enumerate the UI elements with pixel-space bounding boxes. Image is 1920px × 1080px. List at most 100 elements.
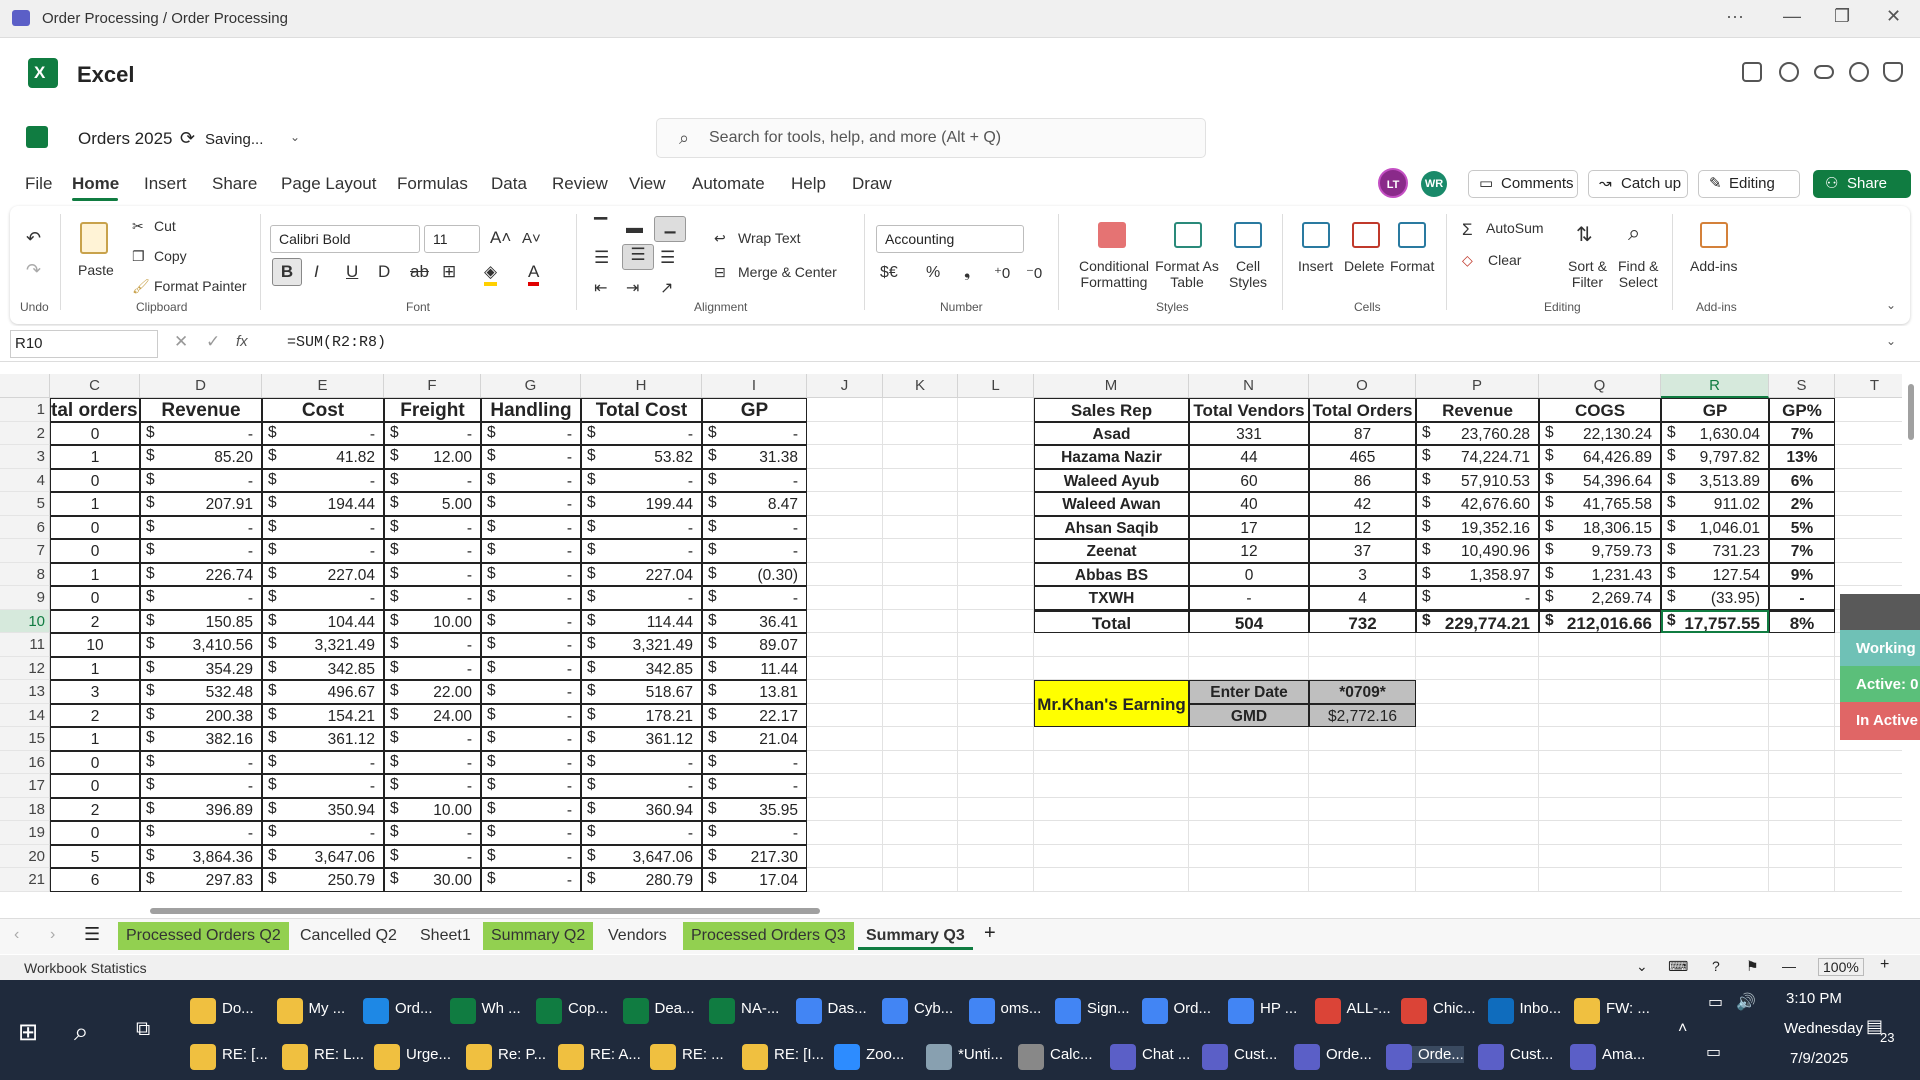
- date-value[interactable]: *0709*: [1309, 680, 1416, 704]
- grid-cell[interactable]: [1769, 797, 1835, 821]
- left-table-cell[interactable]: -: [702, 821, 807, 845]
- summary-cell[interactable]: Waleed Ayub: [1034, 468, 1189, 492]
- wrap-text-button[interactable]: Wrap Text: [738, 230, 801, 246]
- name-box[interactable]: R10: [10, 330, 158, 358]
- column-header-k[interactable]: K: [883, 374, 958, 398]
- summary-cell[interactable]: 37: [1309, 539, 1416, 563]
- grid-cell[interactable]: [1769, 750, 1835, 774]
- menu-file[interactable]: File: [25, 174, 52, 194]
- taskbar-app-button[interactable]: RE: A...: [558, 1044, 641, 1070]
- summary-cell[interactable]: 17: [1189, 515, 1309, 539]
- comments-button[interactable]: ▭ Comments: [1468, 170, 1578, 198]
- tab-vendors[interactable]: Vendors: [600, 922, 675, 950]
- left-table-cell[interactable]: 2: [50, 609, 140, 633]
- italic-icon[interactable]: I: [314, 262, 319, 282]
- row-header-18[interactable]: 18: [0, 797, 50, 821]
- grid-cell[interactable]: [958, 774, 1034, 798]
- left-table-cell[interactable]: 297.83: [140, 868, 262, 892]
- horizontal-scrollbar[interactable]: [150, 908, 820, 914]
- left-table-cell[interactable]: 2: [50, 797, 140, 821]
- grid-cell[interactable]: [807, 445, 883, 469]
- summary-cell[interactable]: 331: [1189, 421, 1309, 445]
- summary-cell[interactable]: (33.95): [1661, 586, 1769, 610]
- menu-formulas[interactable]: Formulas: [397, 174, 468, 194]
- summary-cell[interactable]: -: [1189, 586, 1309, 610]
- minimize-icon[interactable]: —: [1783, 6, 1801, 27]
- grid-cell[interactable]: [1539, 797, 1661, 821]
- left-table-cell[interactable]: 36.41: [702, 609, 807, 633]
- summary-cell[interactable]: 465: [1309, 445, 1416, 469]
- summary-cell[interactable]: 911.02: [1661, 492, 1769, 516]
- increase-decimal-icon[interactable]: ⁺0: [994, 264, 1010, 282]
- taskbar-app-button[interactable]: My ...: [276, 998, 345, 1024]
- grid-cell[interactable]: [1769, 868, 1835, 892]
- left-table-cell[interactable]: 21.04: [702, 727, 807, 751]
- tray-expand-icon[interactable]: ˄: [1678, 1020, 1687, 1038]
- grid-cell[interactable]: [807, 868, 883, 892]
- left-table-cell[interactable]: 207.91: [140, 492, 262, 516]
- grid-cell[interactable]: [1835, 469, 1902, 492]
- number-format-select[interactable]: Accounting: [876, 225, 1024, 253]
- grid-cell[interactable]: [1661, 821, 1769, 845]
- increase-font-icon[interactable]: A˄: [490, 228, 511, 248]
- summary-cell[interactable]: 7%: [1769, 539, 1835, 563]
- tab-sheet1[interactable]: Sheet1: [412, 922, 479, 950]
- zoom-out-icon[interactable]: —: [1782, 958, 1796, 974]
- summary-cell[interactable]: 2%: [1769, 492, 1835, 516]
- clear-button[interactable]: Clear: [1488, 252, 1521, 268]
- grid-cell[interactable]: [1769, 633, 1835, 657]
- left-table-cell[interactable]: -: [262, 821, 384, 845]
- summary-cell[interactable]: 1,358.97: [1416, 562, 1539, 586]
- left-table-cell[interactable]: -: [140, 821, 262, 845]
- taskbar-app-button[interactable]: NA-...: [709, 998, 779, 1024]
- taskbar-app-button[interactable]: HP ...: [1228, 998, 1297, 1024]
- grid-cell[interactable]: [958, 586, 1034, 610]
- next-sheet-icon[interactable]: ›: [50, 926, 55, 944]
- search-box[interactable]: ⌕ Search for tools, help, and more (Alt …: [656, 118, 1206, 158]
- grid-cell[interactable]: [958, 445, 1034, 469]
- align-left-icon[interactable]: ☰: [594, 248, 609, 268]
- left-table-cell[interactable]: 199.44: [581, 492, 702, 516]
- grid-cell[interactable]: [883, 750, 958, 774]
- row-header-12[interactable]: 12: [0, 656, 50, 680]
- grid-cell[interactable]: [807, 821, 883, 845]
- catchup-button[interactable]: ↝ Catch up: [1588, 170, 1688, 198]
- grid-cell[interactable]: [883, 656, 958, 680]
- grid-cell[interactable]: [1539, 774, 1661, 798]
- summary-cell[interactable]: 0: [1189, 562, 1309, 586]
- left-table-cell[interactable]: -: [702, 774, 807, 798]
- summary-cell[interactable]: 732: [1309, 609, 1416, 633]
- summary-cell[interactable]: 18,306.15: [1539, 515, 1661, 539]
- grid-cell[interactable]: [807, 562, 883, 586]
- bold-icon[interactable]: B: [272, 258, 302, 286]
- grid-cell[interactable]: [958, 633, 1034, 657]
- summary-cell[interactable]: 12: [1189, 539, 1309, 563]
- grid-cell[interactable]: [1835, 845, 1902, 868]
- decrease-font-icon[interactable]: A˅: [522, 230, 541, 247]
- left-table-cell[interactable]: -: [481, 844, 581, 868]
- borders-icon[interactable]: ⊞: [442, 262, 456, 282]
- grid-cell[interactable]: [1309, 844, 1416, 868]
- left-table-cell[interactable]: 280.79: [581, 868, 702, 892]
- keyboard-icon[interactable]: ⌨: [1668, 958, 1688, 975]
- left-table-cell[interactable]: -: [481, 774, 581, 798]
- grid-cell[interactable]: [1034, 633, 1189, 657]
- left-table-cell[interactable]: 361.12: [581, 727, 702, 751]
- column-header-n[interactable]: N: [1189, 374, 1309, 398]
- decrease-indent-icon[interactable]: ⇤: [594, 278, 607, 298]
- grid-cell[interactable]: [1189, 774, 1309, 798]
- tab-cancelled-q2[interactable]: Cancelled Q2: [292, 922, 405, 950]
- grid-cell[interactable]: [1034, 656, 1189, 680]
- summary-cell[interactable]: 60: [1189, 468, 1309, 492]
- summary-cell[interactable]: 8%: [1769, 609, 1835, 633]
- summary-cell[interactable]: 22,130.24: [1539, 421, 1661, 445]
- grid-cell[interactable]: [958, 868, 1034, 892]
- left-table-cell[interactable]: 518.67: [581, 680, 702, 704]
- row-header-11[interactable]: 11: [0, 633, 50, 657]
- grid-cell[interactable]: [1835, 868, 1902, 892]
- paste-icon[interactable]: [80, 222, 108, 254]
- left-table-cell[interactable]: -: [702, 468, 807, 492]
- left-table-cell[interactable]: 10: [50, 633, 140, 657]
- summary-cell[interactable]: 2,269.74: [1539, 586, 1661, 610]
- grid-cell[interactable]: [807, 633, 883, 657]
